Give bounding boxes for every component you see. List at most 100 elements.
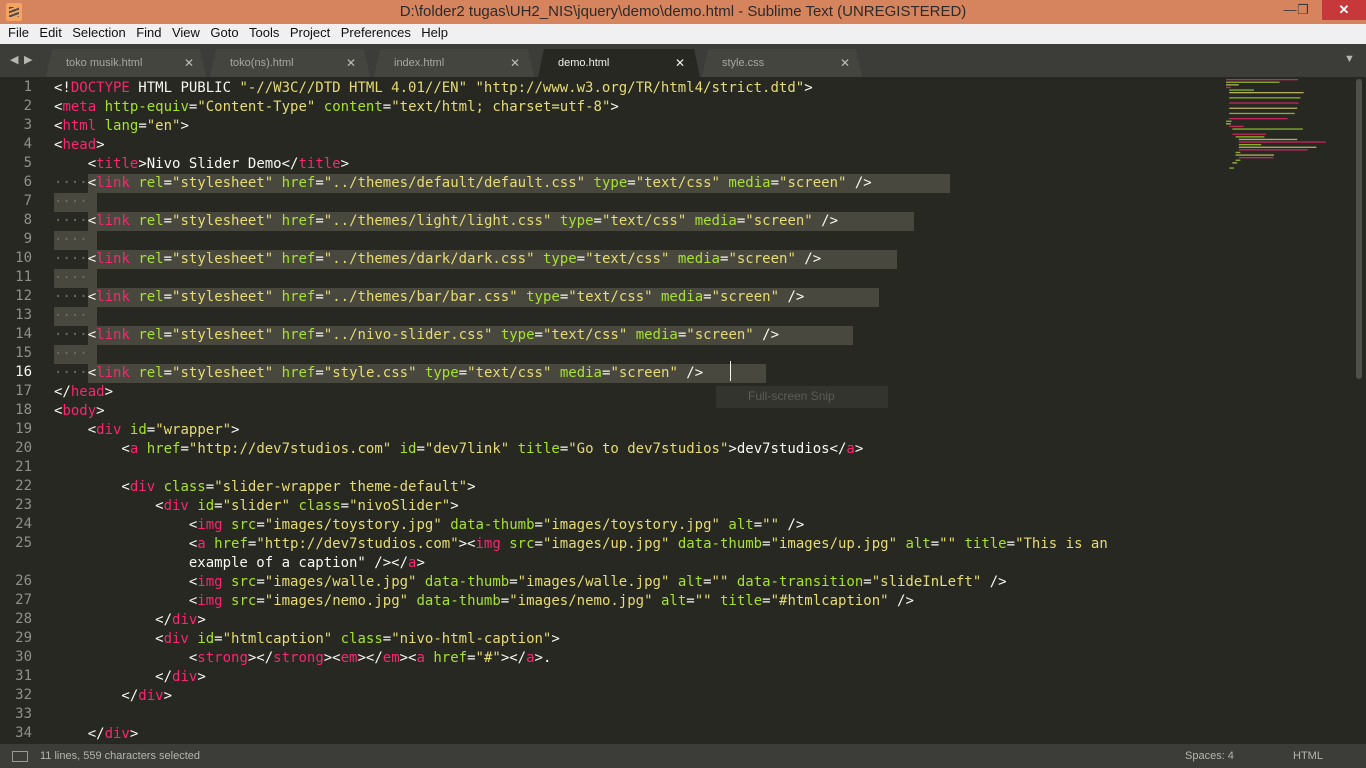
minimap-line [1226,123,1231,125]
tooltip: Full-screen Snip [716,386,888,408]
tab-menu-icon[interactable]: ▼ [1344,53,1355,65]
tab-label: index.html [394,57,445,69]
line-number: 10 [15,250,32,266]
minimap-line [1238,141,1326,143]
code-line[interactable]: <div id="slider" class="nivoSlider"> [54,497,459,516]
close-button[interactable]: ✕ [1322,0,1366,20]
line-number: 20 [15,440,32,456]
text-cursor [730,361,731,381]
tab-close-icon[interactable]: ✕ [184,56,194,70]
maximize-button[interactable]: ❐ [1290,0,1316,20]
line-number: 26 [15,573,32,589]
line-number: 1 [23,79,32,95]
menu-goto[interactable]: Goto [207,24,241,42]
tab-nav-left-icon[interactable]: ◀ [10,53,18,66]
code-line[interactable]: <img src="images/toystory.jpg" data-thum… [54,516,804,535]
minimap[interactable] [1220,77,1350,177]
code-line[interactable]: <div class="slider-wrapper theme-default… [54,478,475,497]
menu-help[interactable]: Help [418,24,451,42]
minimap-line [1229,102,1299,104]
tab-style[interactable]: style.css ✕ [702,49,862,77]
menu-selection[interactable]: Selection [69,24,128,42]
panel-toggle-icon[interactable] [12,751,28,762]
code-line[interactable]: </div> [54,668,206,687]
line-number: 32 [15,687,32,703]
code-line[interactable]: ···· [54,269,88,288]
minimap-line [1232,162,1238,164]
line-number: 16 [15,364,32,380]
code-line[interactable]: </div> [54,687,172,706]
code-line[interactable]: ····<link rel="stylesheet" href="style.c… [54,364,703,383]
tab-close-icon[interactable]: ✕ [675,56,685,70]
line-number: 34 [15,725,32,741]
code-line[interactable]: ···· [54,231,88,250]
code-line[interactable]: <body> [54,402,105,421]
line-number: 19 [15,421,32,437]
tab-close-icon[interactable]: ✕ [840,56,850,70]
tab-toko-musik[interactable]: toko musik.html ✕ [46,49,206,77]
menu-find[interactable]: Find [133,24,164,42]
menu-preferences[interactable]: Preferences [338,24,414,42]
code-line[interactable]: <meta http-equiv="Content-Type" content=… [54,98,619,117]
selection-status: 11 lines, 559 characters selected [40,750,200,762]
code-line[interactable]: <a href="http://dev7studios.com" id="dev… [54,440,863,459]
line-number: 29 [15,630,32,646]
code-line[interactable]: </div> [54,611,206,630]
code-line[interactable]: <strong></strong><em></em><a href="#"></… [54,649,552,668]
indentation-setting[interactable]: Spaces: 4 [1185,750,1234,762]
code-line[interactable]: <!DOCTYPE HTML PUBLIC "-//W3C//DTD HTML … [54,79,813,98]
code-line[interactable]: <head> [54,136,105,155]
tab-demo[interactable]: demo.html ✕ [538,49,700,77]
line-number: 28 [15,611,32,627]
tab-close-icon[interactable]: ✕ [346,56,356,70]
code-line[interactable]: <img src="images/nemo.jpg" data-thumb="i… [54,592,914,611]
code-line[interactable]: <img src="images/walle.jpg" data-thumb="… [54,573,1007,592]
code-line[interactable]: ···· [54,193,88,212]
code-line[interactable]: ····<link rel="stylesheet" href="../them… [54,250,821,269]
tab-close-icon[interactable]: ✕ [510,56,520,70]
line-number: 12 [15,288,32,304]
code-line[interactable]: <title>Nivo Slider Demo</title> [54,155,349,174]
status-bar: 11 lines, 559 characters selected Spaces… [0,744,1366,768]
line-number: 2 [23,98,32,114]
code-line[interactable]: </div> [54,725,139,744]
vertical-scrollbar[interactable] [1356,79,1362,379]
code-line[interactable]: </head> [54,383,113,402]
code-line[interactable]: <div id="wrapper"> [54,421,240,440]
code-line[interactable]: example of a caption" /></a> [54,554,425,573]
tab-toko-ns[interactable]: toko(ns).html ✕ [210,49,370,77]
minimap-line [1226,79,1298,81]
code-line[interactable]: ···· [54,307,88,326]
menu-project[interactable]: Project [287,24,333,42]
menu-view[interactable]: View [169,24,203,42]
menu-bar: File Edit Selection Find View Goto Tools… [0,24,1366,44]
menu-file[interactable]: File [5,24,32,42]
code-line[interactable]: ···· [54,345,88,364]
code-line[interactable]: <html lang="en"> [54,117,189,136]
code-line[interactable]: <a href="http://dev7studios.com"><img sr… [54,535,1108,554]
syntax-setting[interactable]: HTML [1293,750,1323,762]
code-line[interactable]: ····<link rel="stylesheet" href="../nivo… [54,326,779,345]
code-line[interactable]: ····<link rel="stylesheet" href="../them… [54,288,804,307]
tab-nav-right-icon[interactable]: ▶ [24,53,32,66]
line-number: 27 [15,592,32,608]
minimap-line [1229,97,1301,99]
line-number: 18 [15,402,32,418]
menu-tools[interactable]: Tools [246,24,282,42]
tab-index[interactable]: index.html ✕ [374,49,534,77]
minimap-line [1235,151,1241,154]
minimap-line [1229,89,1254,91]
code-editor[interactable]: 1 2 3 4 5 6 7 8 9 10 11 12 13 14 15 16 17 18 19 20 21 22 23 24 2… [0,77,1366,744]
line-number: 9 [23,231,32,247]
code-line[interactable]: ····<link rel="stylesheet" href="../them… [54,174,872,193]
minimap-line [1235,136,1265,138]
menu-edit[interactable]: Edit [36,24,64,42]
code-line[interactable]: ····<link rel="stylesheet" href="../them… [54,212,838,231]
minimap-line [1229,92,1304,94]
minimap-line [1238,144,1262,146]
minimap-line [1229,107,1298,109]
minimap-line [1238,146,1317,148]
code-line[interactable]: <div id="htmlcaption" class="nivo-html-c… [54,630,560,649]
line-number: 5 [23,155,32,171]
line-number: 33 [15,706,32,722]
